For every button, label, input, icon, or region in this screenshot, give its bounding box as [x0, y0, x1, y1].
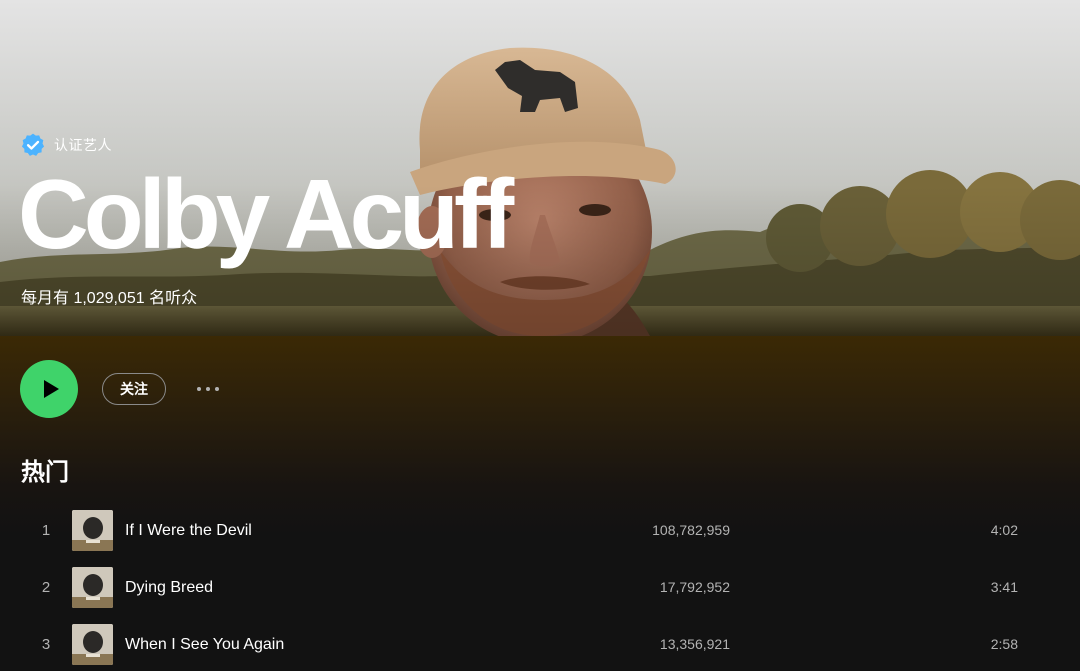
track-album-art: [72, 567, 113, 608]
track-number: 3: [41, 636, 51, 653]
track-play-count: 108,782,959: [652, 522, 730, 538]
track-album-art: [72, 624, 113, 665]
track-number: 2: [41, 579, 51, 596]
play-button[interactable]: [20, 360, 78, 418]
track-play-count: 17,792,952: [659, 579, 730, 595]
track-duration: 3:41: [990, 579, 1018, 595]
artist-page: 认证艺人 Colby Acuff 每月有 1,029,051 名听众 关注 热门…: [0, 0, 1080, 671]
action-bar: 关注: [20, 360, 226, 418]
more-horizontal-icon: [215, 387, 219, 391]
verified-artist-label: 认证艺人: [54, 137, 112, 153]
verified-badge-icon: [21, 133, 45, 156]
play-icon: [43, 380, 59, 398]
track-title[interactable]: If I Were the Devil: [125, 502, 252, 559]
track-album-art: [72, 510, 113, 551]
follow-button[interactable]: 关注: [102, 373, 166, 405]
popular-track-list: 1 If I Were the Devil 108,782,959 4:02 2: [0, 502, 1080, 671]
more-options-button[interactable]: [190, 373, 226, 405]
track-duration: 4:02: [990, 522, 1018, 538]
artist-name: Colby Acuff: [18, 159, 514, 269]
track-title[interactable]: When I See You Again: [125, 616, 284, 671]
track-row[interactable]: 2 Dying Breed 17,792,952 3:41: [0, 559, 1080, 616]
track-row[interactable]: 3 When I See You Again 13,356,921 2:58: [0, 616, 1080, 671]
more-horizontal-icon: [206, 387, 210, 391]
track-row[interactable]: 1 If I Were the Devil 108,782,959 4:02: [0, 502, 1080, 559]
track-number: 1: [41, 522, 51, 539]
more-horizontal-icon: [197, 387, 201, 391]
track-title[interactable]: Dying Breed: [125, 559, 213, 616]
artist-hero-banner: 认证艺人 Colby Acuff 每月有 1,029,051 名听众: [0, 0, 1080, 336]
track-duration: 2:58: [990, 636, 1018, 652]
artist-content: 关注 热门 1 If I Were the Devil 108,782,959 …: [0, 336, 1080, 671]
verified-artist-badge: 认证艺人: [20, 132, 112, 158]
track-play-count: 13,356,921: [659, 636, 730, 652]
monthly-listeners: 每月有 1,029,051 名听众: [21, 290, 198, 307]
popular-section-title: 热门: [21, 459, 69, 486]
